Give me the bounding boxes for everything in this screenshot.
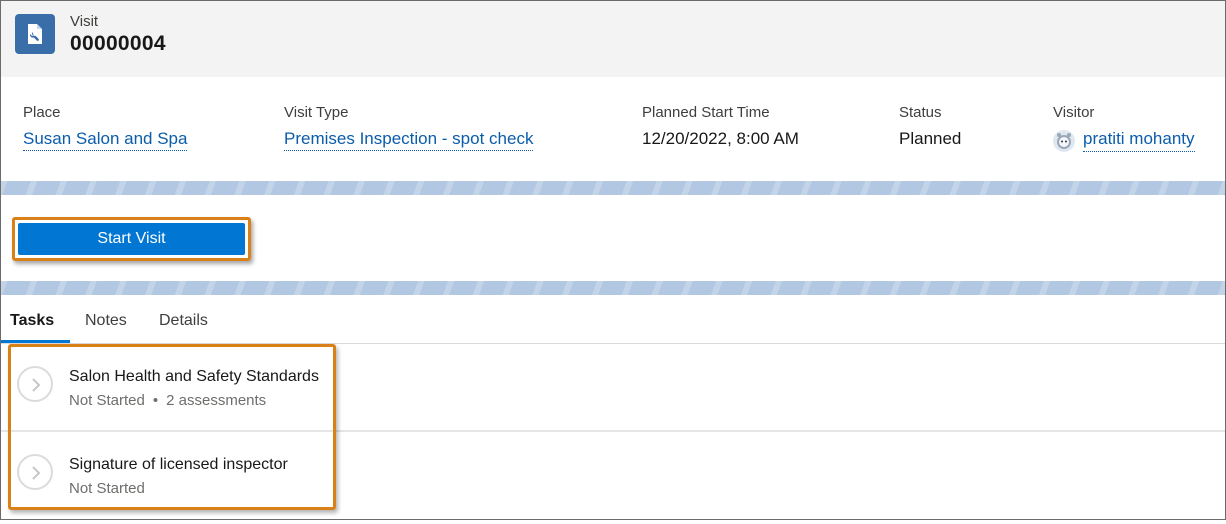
list-item[interactable]: Signature of licensed inspector Not Star… [1,432,1225,519]
tab-details[interactable]: Details [159,312,208,330]
task-assessment-count: 2 assessments [166,392,267,409]
record-header: Visit 00000004 [1,1,1225,77]
wrench-document-icon [15,14,55,54]
record-page: Visit 00000004 Place Susan Salon and Spa… [0,0,1226,520]
action-area: Start Visit [1,195,1225,281]
task-status: Not Started [69,392,145,409]
start-visit-highlight: Start Visit [12,217,251,261]
field-label: Status [899,104,942,121]
record-name: 00000004 [70,32,166,55]
field-visitor: Visitor pratiti mohanty [1053,104,1195,152]
task-title[interactable]: Signature of licensed inspector [69,456,288,474]
tab-notes[interactable]: Notes [85,312,127,330]
visitor-link[interactable]: pratiti mohanty [1083,129,1195,152]
place-link[interactable]: Susan Salon and Spa [23,129,188,151]
task-status: Not Started [69,480,145,497]
chevron-right-icon[interactable] [17,454,53,490]
start-visit-button[interactable]: Start Visit [18,223,245,255]
field-status: Status Planned [899,104,961,149]
field-place: Place Susan Salon and Spa [23,104,188,151]
highlights-panel: Place Susan Salon and Spa Visit Type Pre… [1,77,1225,181]
task-meta: Not Started • 2 assessments [69,392,266,409]
active-tab-indicator [1,340,70,343]
field-planned-start-time: Planned Start Time 12/20/2022, 8:00 AM [642,104,799,149]
field-visit-type: Visit Type Premises Inspection - spot ch… [284,104,534,151]
tab-tasks[interactable]: Tasks [10,312,54,330]
planned-start-time-value: 12/20/2022, 8:00 AM [642,129,799,148]
object-label: Visit [70,13,99,30]
task-meta: Not Started [69,480,145,497]
separator-dot: • [152,392,159,409]
field-label: Visit Type [284,104,349,121]
decorative-band [1,281,1225,295]
task-title[interactable]: Salon Health and Safety Standards [69,368,319,386]
visit-type-link[interactable]: Premises Inspection - spot check [284,129,534,151]
field-label: Place [23,104,61,121]
astro-avatar-icon [1053,129,1075,152]
field-label: Visitor [1053,104,1095,121]
status-value: Planned [899,129,962,148]
tab-bar: Tasks Notes Details [1,295,1225,344]
list-item[interactable]: Salon Health and Safety Standards Not St… [1,344,1225,432]
chevron-right-icon[interactable] [17,366,53,402]
field-label: Planned Start Time [642,104,770,121]
decorative-band [1,181,1225,195]
